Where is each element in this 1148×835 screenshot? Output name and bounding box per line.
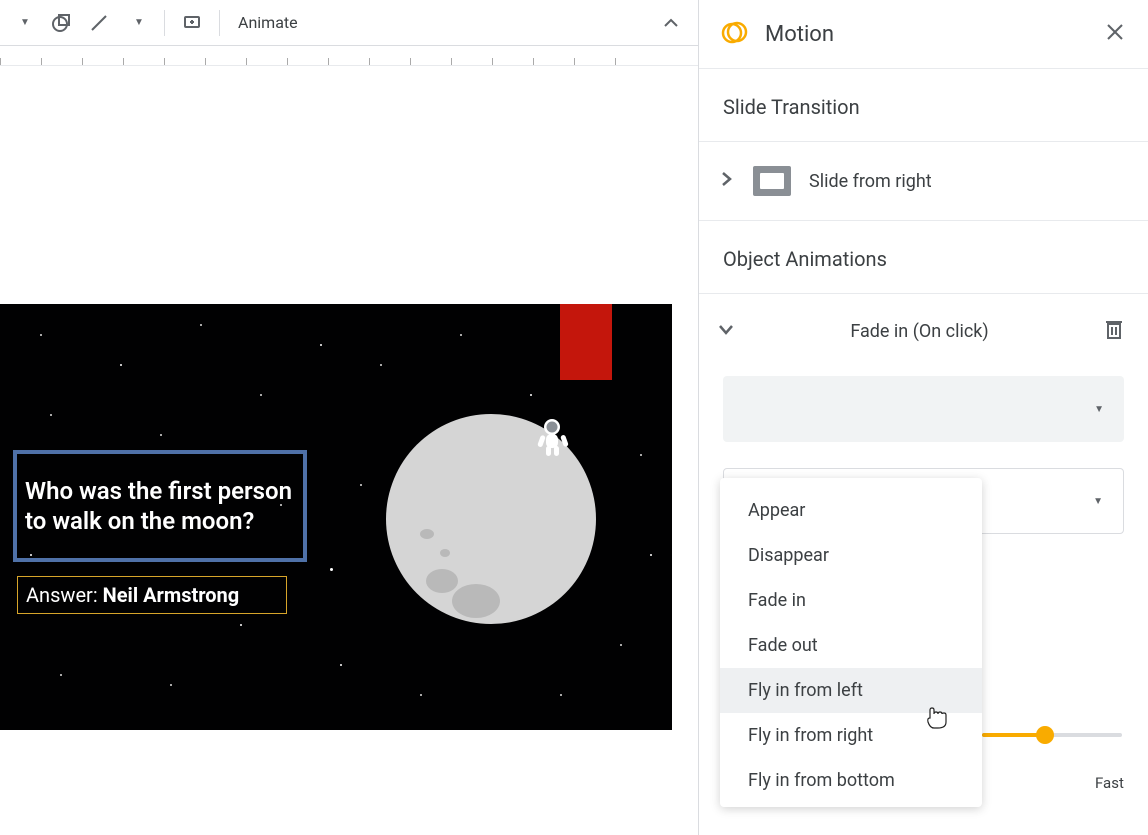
answer-textbox[interactable]: Answer: Neil Armstrong <box>17 576 287 614</box>
slide-transition-section: Slide Transition <box>699 69 1148 142</box>
animation-type-dropdown[interactable]: ▼ <box>723 376 1124 442</box>
transition-label: Slide from right <box>809 171 932 192</box>
comment-button[interactable] <box>175 6 209 40</box>
chevron-down-icon: ▼ <box>1093 496 1103 507</box>
slide-canvas-area: Who was the first person to walk on the … <box>0 66 698 835</box>
object-animations-title: Object Animations <box>723 247 1124 271</box>
animation-type-menu: Appear Disappear Fade in Fade out Fly in… <box>720 478 982 807</box>
animation-label: Fade in (On click) <box>753 321 1086 342</box>
collapse-toolbar-button[interactable] <box>662 14 680 36</box>
answer-text: Answer: Neil Armstrong <box>26 583 239 607</box>
question-text: Who was the first person to walk on the … <box>25 476 295 536</box>
object-animations-section: Object Animations <box>699 221 1148 294</box>
red-rectangle[interactable] <box>560 304 612 380</box>
transition-row[interactable]: Slide from right <box>699 142 1148 221</box>
chevron-right-icon <box>717 170 735 192</box>
slider-knob[interactable] <box>1036 726 1054 744</box>
menu-item-fade-out[interactable]: Fade out <box>720 623 982 668</box>
chevron-down-icon: ▼ <box>1094 404 1104 415</box>
animate-button[interactable]: Animate <box>230 13 306 32</box>
toolbar-separator <box>164 10 165 36</box>
toolbar-separator-2 <box>219 10 220 36</box>
panel-header: Motion <box>699 0 1148 69</box>
slide-icon <box>753 166 791 196</box>
animation-row[interactable]: Fade in (On click) <box>699 294 1148 366</box>
question-textbox[interactable]: Who was the first person to walk on the … <box>13 450 307 562</box>
chevron-down-icon <box>717 320 735 342</box>
motion-icon <box>721 18 749 50</box>
menu-item-fade-in[interactable]: Fade in <box>720 578 982 623</box>
line-button[interactable] <box>82 6 116 40</box>
close-panel-button[interactable] <box>1106 22 1124 46</box>
delete-animation-button[interactable] <box>1104 318 1124 344</box>
speed-slider[interactable] <box>982 733 1122 737</box>
panel-title: Motion <box>765 22 1090 47</box>
astronaut-image[interactable] <box>536 418 570 458</box>
shape-button[interactable] <box>44 6 78 40</box>
slide-transition-title: Slide Transition <box>723 95 1124 119</box>
dropdown-caret-2[interactable]: ▼ <box>120 6 154 40</box>
speed-fast-label: Fast <box>1095 774 1124 792</box>
dropdown-caret-1[interactable]: ▼ <box>6 6 40 40</box>
slide[interactable]: Who was the first person to walk on the … <box>0 304 672 730</box>
menu-item-fly-in-from-bottom[interactable]: Fly in from bottom <box>720 758 982 803</box>
menu-item-appear[interactable]: Appear <box>720 488 982 533</box>
pointer-cursor-icon <box>924 704 948 734</box>
menu-item-disappear[interactable]: Disappear <box>720 533 982 578</box>
